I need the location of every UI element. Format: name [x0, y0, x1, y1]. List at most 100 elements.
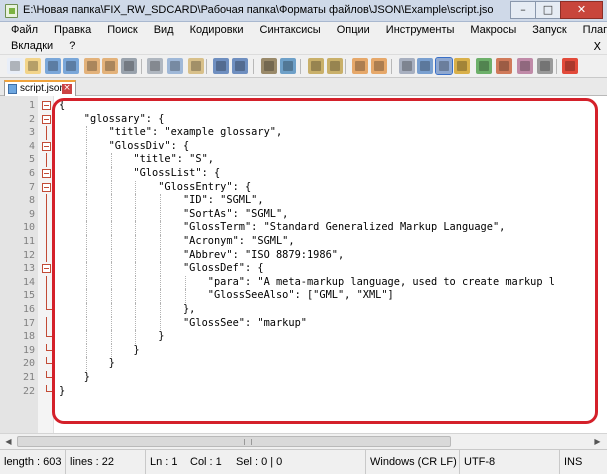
record-macro-icon[interactable]: [562, 58, 578, 74]
line-number: 6: [28, 168, 35, 179]
menu-row1-5[interactable]: Синтаксисы: [249, 22, 326, 38]
tab-label: script.json: [20, 83, 66, 94]
cut-icon[interactable]: [147, 58, 163, 74]
code-text: "glossary": {: [59, 112, 165, 125]
tab-script-json[interactable]: script.json ×: [4, 80, 76, 96]
sync-vertical-icon[interactable]: [352, 58, 368, 74]
fold-marker: [46, 235, 47, 249]
code-line: 19 }: [0, 343, 607, 358]
status-mode: INS: [564, 456, 583, 468]
line-number: 11: [22, 236, 35, 247]
close-all-icon[interactable]: [102, 58, 118, 74]
monitoring-icon[interactable]: [537, 58, 553, 74]
tab-close-icon[interactable]: ×: [62, 84, 72, 94]
line-number: 10: [22, 222, 35, 234]
menu-row1-2[interactable]: Поиск: [96, 22, 142, 38]
menu-row1-10[interactable]: Плагины: [572, 22, 607, 38]
fold-toggle-icon[interactable]: [42, 264, 51, 274]
code-editor[interactable]: 1{2 "glossary": {3 "title": "example glo…: [0, 96, 607, 433]
save-icon[interactable]: [45, 58, 61, 74]
line-number: 3: [28, 127, 35, 139]
show-all-characters-icon[interactable]: [417, 58, 433, 74]
undo-icon[interactable]: [213, 58, 229, 74]
fold-toggle-icon[interactable]: [42, 141, 51, 151]
line-number: 4: [28, 140, 35, 152]
document-map-icon[interactable]: [476, 58, 492, 74]
redo-icon[interactable]: [232, 58, 248, 74]
toolbar-separator: [556, 59, 557, 74]
menu-row1-1[interactable]: Правка: [43, 22, 96, 38]
code-line: 6 "GlossList": {: [0, 167, 607, 181]
close-window-button[interactable]: ✕: [560, 1, 603, 19]
status-lines: lines : 22: [66, 450, 146, 474]
scrollbar-grip-icon: [244, 439, 252, 445]
tab-bar: script.json ×: [0, 78, 607, 96]
copy-icon[interactable]: [167, 58, 183, 74]
zoom-out-icon[interactable]: [327, 58, 343, 74]
folder-workspace-icon[interactable]: [517, 58, 533, 74]
indent-guide-icon[interactable]: [435, 57, 453, 75]
function-list-icon[interactable]: [496, 58, 512, 74]
code-text: "GlossDiv": {: [59, 139, 190, 152]
line-number: 19: [22, 344, 35, 356]
scrollbar-thumb[interactable]: [17, 436, 451, 447]
maximize-button[interactable]: □: [535, 1, 561, 19]
line-number: 12: [22, 249, 35, 261]
menu-row2-0[interactable]: Вкладки: [0, 38, 58, 54]
line-number: 5: [28, 154, 35, 166]
menu-row-1: Файл Правка Поиск Вид Кодировки Синтаксисы Опц…: [0, 22, 607, 38]
fold-marker: [46, 248, 47, 263]
line-number: 21: [22, 372, 35, 383]
find-icon[interactable]: [261, 58, 277, 74]
fold-toggle-icon[interactable]: [42, 114, 51, 124]
menu-row1-4[interactable]: Кодировки: [179, 22, 249, 38]
menu-row2-1[interactable]: ?: [58, 38, 80, 54]
close-icon[interactable]: [84, 58, 100, 74]
menu-row1-7[interactable]: Инструменты: [375, 22, 460, 38]
menu-row1-8[interactable]: Макросы: [459, 22, 521, 38]
code-line: 5 "title": "S",: [0, 153, 607, 167]
code-text: "title": "example glossary",: [59, 126, 283, 139]
menu-row1-9[interactable]: Запуск: [521, 22, 571, 38]
code-text: "title": "S",: [59, 153, 214, 166]
fold-toggle-icon[interactable]: [42, 182, 51, 192]
fold-marker: [46, 126, 47, 140]
code-text: "GlossSeeAlso": ["GML", "XML"]: [59, 289, 394, 302]
scroll-right-arrow-icon[interactable]: ▶: [590, 435, 605, 449]
line-number: 17: [22, 317, 35, 329]
status-eol[interactable]: Windows (CR LF): [366, 450, 460, 474]
paste-icon[interactable]: [188, 58, 204, 74]
fold-marker: [46, 371, 52, 378]
open-file-icon[interactable]: [25, 58, 41, 74]
save-all-icon[interactable]: [63, 58, 79, 74]
new-file-icon[interactable]: [7, 58, 23, 74]
sync-horizontal-icon[interactable]: [371, 58, 387, 74]
print-icon[interactable]: [121, 58, 137, 74]
horizontal-scrollbar[interactable]: ◀ ▶: [0, 433, 607, 449]
user-language-icon[interactable]: [454, 58, 470, 74]
fold-toggle-icon[interactable]: [42, 169, 51, 178]
line-number: 15: [22, 290, 35, 302]
code-text: }: [59, 343, 140, 356]
fold-toggle-icon[interactable]: [42, 101, 51, 110]
code-line: 22}: [0, 384, 607, 399]
code-line: 15 "GlossSeeAlso": ["GML", "XML"]: [0, 289, 607, 303]
minimize-button[interactable]: –: [510, 1, 536, 19]
zoom-in-icon[interactable]: [308, 58, 324, 74]
window-title: E:\Новая папка\FIX_RW_SDCARD\Рабочая пап…: [23, 4, 493, 16]
toolbar-separator: [300, 59, 301, 74]
code-text: "para": "A meta-markup language, used to…: [59, 275, 555, 288]
code-line: 3 "title": "example glossary",: [0, 126, 607, 140]
scroll-left-arrow-icon[interactable]: ◀: [1, 435, 16, 449]
status-encoding[interactable]: UTF-8: [460, 450, 560, 474]
replace-icon[interactable]: [280, 58, 296, 74]
menu-row1-0[interactable]: Файл: [0, 22, 43, 38]
fold-marker: [46, 207, 47, 222]
menu-row1-6[interactable]: Опции: [326, 22, 375, 38]
notepad-plus-plus-app-icon: [5, 4, 18, 18]
close-document-button[interactable]: X: [593, 40, 601, 53]
word-wrap-icon[interactable]: [399, 58, 415, 74]
line-number: 13: [22, 263, 35, 275]
code-text: }: [59, 330, 165, 343]
menu-row1-3[interactable]: Вид: [143, 22, 179, 38]
